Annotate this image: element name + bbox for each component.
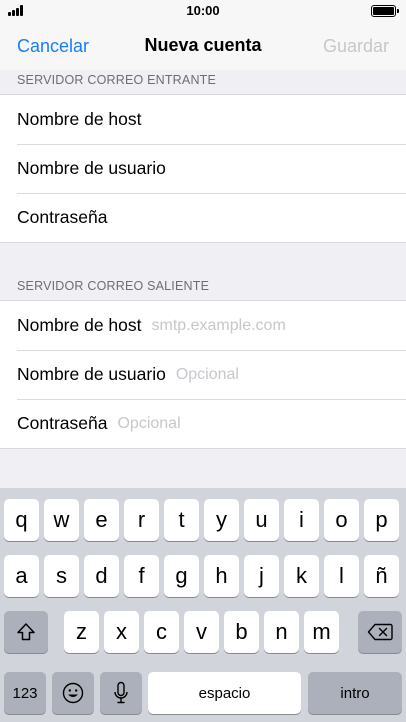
key-w[interactable]: w <box>44 499 79 541</box>
key-m[interactable]: m <box>304 611 339 653</box>
key-b[interactable]: b <box>224 611 259 653</box>
emoji-key[interactable] <box>52 672 94 714</box>
nav-bar: Cancelar Nueva cuenta Guardar <box>0 22 406 70</box>
outgoing-host-label: Nombre de host <box>17 315 142 335</box>
return-key[interactable]: intro <box>308 672 402 714</box>
outgoing-username-input[interactable]: Opcional <box>176 366 239 384</box>
save-button[interactable]: Guardar <box>323 36 389 57</box>
incoming-server-group: Nombre de host Nombre de usuario Contras… <box>0 94 406 243</box>
cancel-button[interactable]: Cancelar <box>17 36 89 57</box>
space-key[interactable]: espacio <box>148 672 301 714</box>
outgoing-password-row[interactable]: Contraseña Opcional <box>0 399 406 448</box>
key-z[interactable]: z <box>64 611 99 653</box>
battery-icon <box>371 5 399 17</box>
key-j[interactable]: j <box>244 555 279 597</box>
outgoing-section-header: SERVIDOR CORREO SALIENTE <box>17 279 210 293</box>
outgoing-username-row[interactable]: Nombre de usuario Opcional <box>0 350 406 399</box>
outgoing-host-row[interactable]: Nombre de host smtp.example.com <box>0 301 406 350</box>
key-t[interactable]: t <box>164 499 199 541</box>
outgoing-password-label: Contraseña <box>17 413 108 433</box>
incoming-password-row[interactable]: Contraseña <box>0 193 406 242</box>
key-s[interactable]: s <box>44 555 79 597</box>
incoming-password-label: Contraseña <box>17 207 108 227</box>
key-d[interactable]: d <box>84 555 119 597</box>
key-r[interactable]: r <box>124 499 159 541</box>
key-p[interactable]: p <box>364 499 399 541</box>
key-g[interactable]: g <box>164 555 199 597</box>
numbers-key[interactable]: 123 <box>4 672 46 714</box>
incoming-host-label: Nombre de host <box>17 109 142 129</box>
outgoing-username-label: Nombre de usuario <box>17 364 166 384</box>
backspace-key[interactable] <box>358 611 402 653</box>
backspace-icon <box>367 623 393 641</box>
microphone-icon <box>114 681 128 704</box>
shift-key[interactable] <box>4 611 48 653</box>
incoming-section-header: SERVIDOR CORREO ENTRANTE <box>17 73 217 87</box>
key-v[interactable]: v <box>184 611 219 653</box>
key-f[interactable]: f <box>124 555 159 597</box>
key-h[interactable]: h <box>204 555 239 597</box>
key-c[interactable]: c <box>144 611 179 653</box>
status-time: 10:00 <box>186 3 220 18</box>
incoming-username-label: Nombre de usuario <box>17 158 166 178</box>
key-q[interactable]: q <box>4 499 39 541</box>
key-o[interactable]: o <box>324 499 359 541</box>
key-u[interactable]: u <box>244 499 279 541</box>
status-bar: 10:00 <box>0 0 406 22</box>
key-l[interactable]: l <box>324 555 359 597</box>
incoming-username-row[interactable]: Nombre de usuario <box>0 144 406 193</box>
key-i[interactable]: i <box>284 499 319 541</box>
outgoing-password-input[interactable]: Opcional <box>117 415 180 433</box>
key-y[interactable]: y <box>204 499 239 541</box>
outgoing-server-group: Nombre de host smtp.example.com Nombre d… <box>0 300 406 449</box>
key-e[interactable]: e <box>84 499 119 541</box>
key-a[interactable]: a <box>4 555 39 597</box>
key-n[interactable]: n <box>264 611 299 653</box>
microphone-key[interactable] <box>100 672 142 714</box>
outgoing-host-input[interactable]: smtp.example.com <box>152 317 286 335</box>
shift-icon <box>17 623 35 641</box>
keyboard: q w e r t y u i o p a s d f g h j k l ñ … <box>0 488 406 722</box>
key-x[interactable]: x <box>104 611 139 653</box>
emoji-icon <box>62 682 84 704</box>
key-n-tilde[interactable]: ñ <box>364 555 399 597</box>
incoming-host-row[interactable]: Nombre de host <box>0 95 406 144</box>
key-k[interactable]: k <box>284 555 319 597</box>
